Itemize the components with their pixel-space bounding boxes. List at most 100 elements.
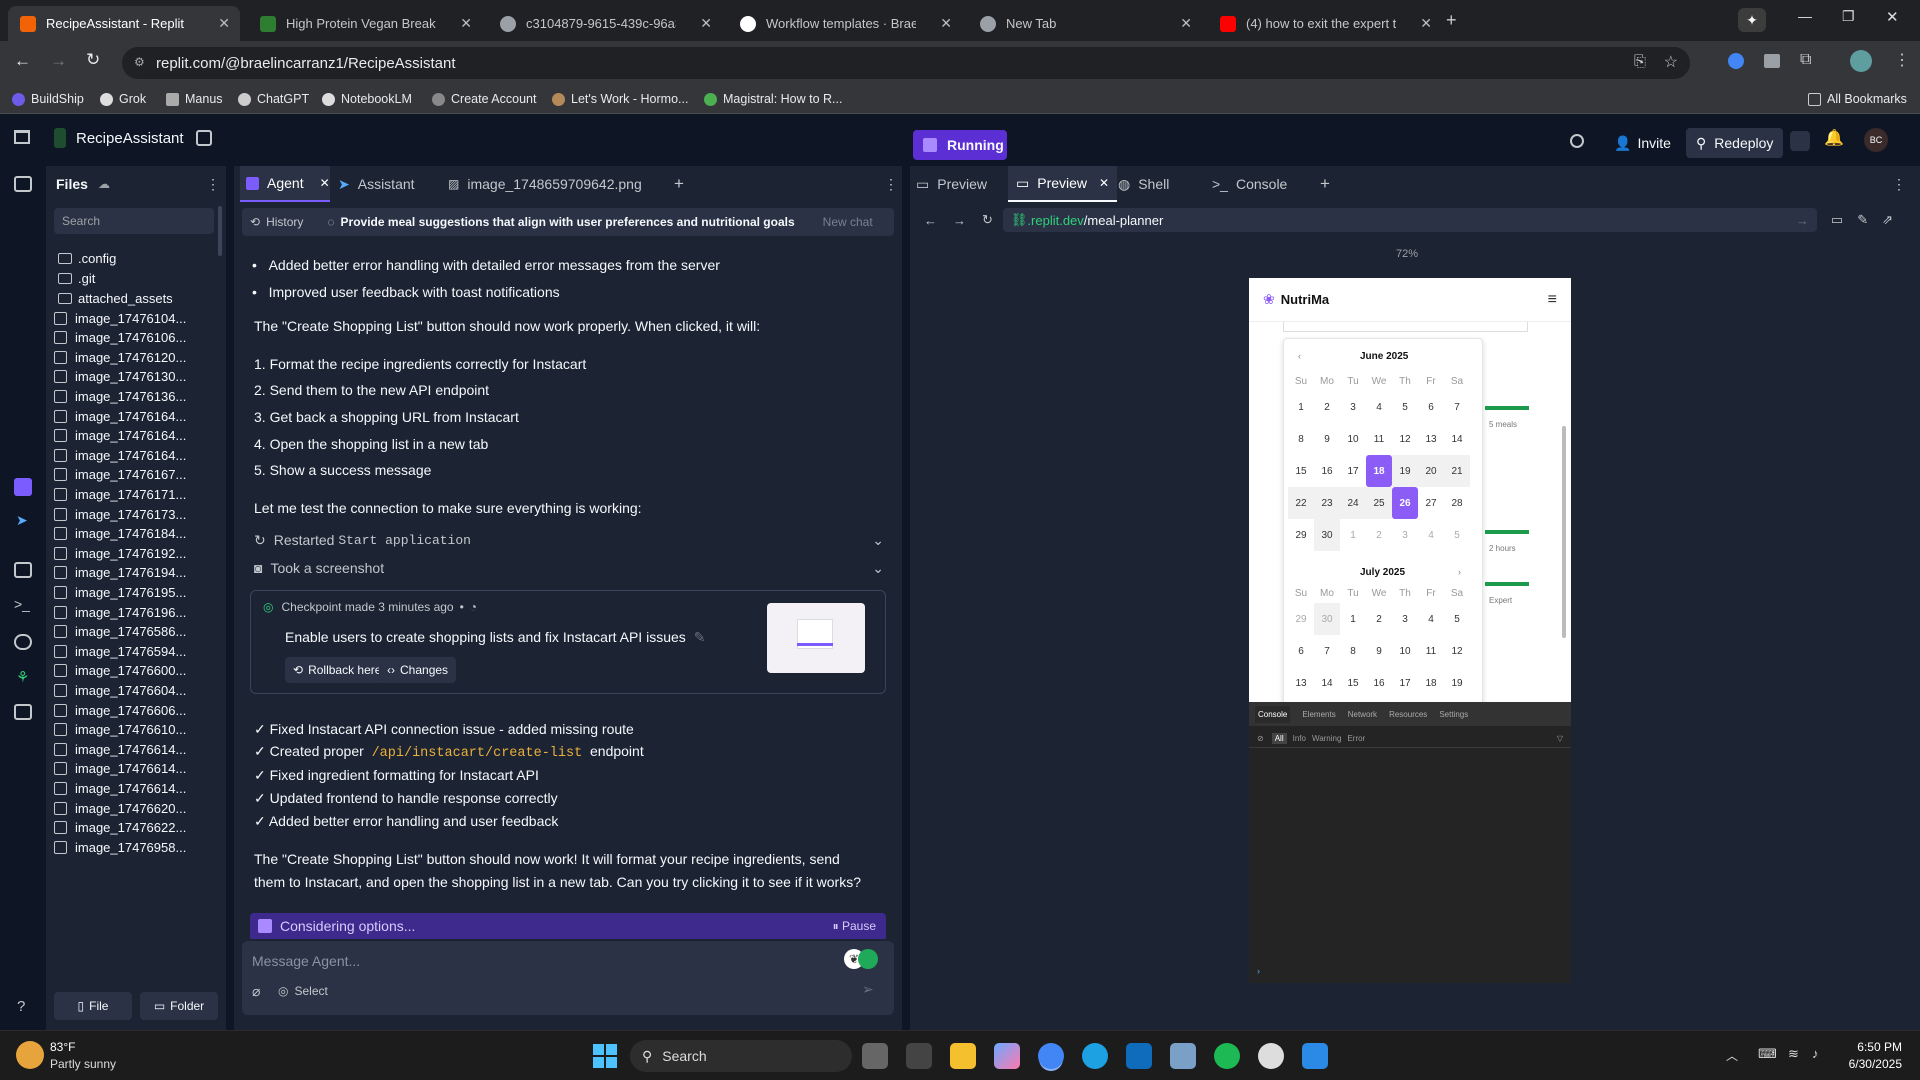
filter-warning[interactable]: Warning — [1312, 734, 1342, 743]
shell-icon[interactable]: >_ — [14, 596, 30, 612]
file-item[interactable]: image_17476586... — [54, 622, 186, 642]
file-item[interactable]: image_17476196... — [54, 602, 186, 622]
calendar-day[interactable]: 14 — [1314, 667, 1340, 699]
scrollbar[interactable] — [218, 206, 222, 256]
redeploy-button[interactable]: ⚲ Redeploy — [1686, 128, 1784, 158]
action-screenshot[interactable]: ◙ Took a screenshot ⌄ — [254, 558, 884, 578]
file-item[interactable]: image_17476104... — [54, 308, 186, 328]
tab-assistant[interactable]: ➤ Assistant — [338, 166, 415, 202]
avatar[interactable]: BC — [1864, 128, 1888, 152]
help-icon[interactable]: ? — [17, 998, 25, 1015]
gemini-button[interactable]: ✦ — [1738, 8, 1766, 32]
filter-info[interactable]: Info — [1293, 734, 1306, 743]
input-field[interactable] — [1283, 322, 1528, 332]
deployment-icon[interactable] — [1790, 131, 1810, 151]
running-button[interactable]: Running — [913, 130, 1007, 160]
message-input[interactable]: Message Agent... — [252, 953, 360, 969]
browser-tab[interactable]: Workflow templates · BraelinC/✕ — [728, 6, 962, 41]
calendar-day[interactable]: 9 — [1366, 635, 1392, 667]
file-item[interactable]: image_17476164... — [54, 426, 186, 446]
extensions-puzzle-icon[interactable]: ⧉ — [1800, 51, 1811, 69]
edge-icon[interactable] — [1082, 1043, 1108, 1069]
prev-month-icon[interactable]: ‹ — [1298, 351, 1301, 361]
calendar-day[interactable]: 16 — [1314, 455, 1340, 487]
calendar-day[interactable]: 2 — [1314, 391, 1340, 423]
calendar-day[interactable]: 6 — [1418, 391, 1444, 423]
calendar-day[interactable]: 14 — [1444, 423, 1470, 455]
calendar-day[interactable]: 26 — [1392, 487, 1418, 519]
database-icon[interactable] — [196, 130, 212, 146]
file-explorer-icon[interactable] — [950, 1043, 976, 1069]
install-icon[interactable]: ⎘ — [1634, 53, 1646, 70]
close-icon[interactable]: ✕ — [460, 15, 472, 32]
devtools-icon[interactable]: ✎ — [1857, 212, 1868, 228]
tab-preview[interactable]: ▭ Preview — [916, 166, 987, 202]
file-item[interactable]: image_17476606... — [54, 700, 186, 720]
console-prompt-icon[interactable]: › — [1257, 966, 1260, 976]
calendar-day[interactable]: 5 — [1392, 391, 1418, 423]
chevron-down-icon[interactable]: ⌄ — [872, 532, 884, 549]
edit-icon[interactable]: ✎ — [694, 629, 706, 645]
calendar-day[interactable]: 17 — [1392, 667, 1418, 699]
calendar-day[interactable]: 11 — [1418, 635, 1444, 667]
apps-grid-icon[interactable] — [14, 704, 32, 720]
reload-icon[interactable]: ↻ — [982, 212, 993, 228]
bookmark-item[interactable]: Let's Work - Hormo... — [552, 92, 688, 106]
tab-preview-active[interactable]: ▭ Preview ✕ — [1008, 166, 1118, 202]
extension-icon[interactable] — [858, 949, 878, 969]
calendar-day[interactable]: 7 — [1314, 635, 1340, 667]
calendar-day[interactable]: 21 — [1444, 455, 1470, 487]
new-tab-button[interactable]: + — [1446, 10, 1457, 31]
external-link-icon[interactable]: ⇗ — [1882, 212, 1893, 228]
tab-console[interactable]: >_ Console — [1212, 166, 1287, 202]
rollback-button[interactable]: ⟲ Rollback here — [285, 657, 390, 683]
open-arrow-icon[interactable]: → — [1796, 213, 1809, 228]
calendar-day[interactable]: 15 — [1340, 667, 1366, 699]
bookmark-item[interactable]: Manus — [166, 92, 223, 106]
task-view-icon[interactable] — [862, 1043, 888, 1069]
invite-button[interactable]: 👤 Invite — [1604, 128, 1681, 158]
windows-start-icon[interactable] — [593, 1044, 617, 1068]
calendar-day[interactable]: 1 — [1288, 391, 1314, 423]
search-icon[interactable] — [1570, 134, 1584, 148]
close-icon[interactable]: ✕ — [218, 15, 230, 32]
browser-tab[interactable]: c3104879-9615-439c-96a3-7f9✕ — [488, 6, 722, 41]
calendar-day[interactable]: 6 — [1288, 635, 1314, 667]
calendar-day[interactable]: 2 — [1366, 519, 1392, 551]
send-icon[interactable]: ➢ — [862, 981, 874, 998]
calendar-day[interactable]: 10 — [1392, 635, 1418, 667]
calendar-day[interactable]: 5 — [1444, 603, 1470, 635]
calendar-day[interactable]: 23 — [1314, 487, 1340, 519]
calendar-day[interactable]: 9 — [1314, 423, 1340, 455]
browser-tab[interactable]: (4) how to exit the expert tab in✕ — [1208, 6, 1442, 41]
file-item[interactable]: image_17476130... — [54, 367, 186, 387]
filter-icon[interactable]: ▽ — [1557, 734, 1563, 743]
devices-icon[interactable]: ▭ — [1831, 212, 1843, 228]
volume-icon[interactable]: ♪ — [1812, 1046, 1819, 1061]
chevron-down-icon[interactable]: ⌄ — [872, 560, 884, 577]
weather-icon[interactable] — [16, 1041, 44, 1069]
extension-icon[interactable] — [1728, 53, 1744, 69]
forward-icon[interactable]: → — [50, 51, 67, 71]
file-item[interactable]: image_17476614... — [54, 739, 186, 759]
agent-icon[interactable] — [14, 478, 32, 496]
close-icon[interactable]: ✕ — [1180, 15, 1192, 32]
calendar-day[interactable]: 13 — [1288, 667, 1314, 699]
calendar-day[interactable]: 18 — [1418, 667, 1444, 699]
new-chat-button[interactable]: New chat — [823, 215, 873, 229]
keyboard-icon[interactable]: ⌨ — [1758, 1046, 1777, 1062]
new-tab-button[interactable]: + — [674, 166, 684, 202]
extension-icon[interactable] — [1764, 54, 1780, 68]
file-item[interactable]: image_17476171... — [54, 484, 186, 504]
browser-tab[interactable]: RecipeAssistant - Replit ✕ — [8, 6, 240, 41]
file-item[interactable]: image_17476136... — [54, 386, 186, 406]
home-icon[interactable] — [14, 130, 30, 144]
assistant-icon[interactable]: ➤ — [16, 512, 28, 529]
url-field[interactable]: ⚙ replit.com/@braelincarranz1/RecipeAssi… — [122, 47, 1690, 79]
menu-dots-icon[interactable]: ⋮ — [884, 166, 898, 202]
vscode-icon[interactable] — [1302, 1043, 1328, 1069]
calendar-day[interactable]: 18 — [1366, 455, 1392, 487]
tab-shell[interactable]: ◍ Shell — [1118, 166, 1169, 202]
file-item[interactable]: image_17476614... — [54, 759, 186, 779]
calendar-day[interactable]: 1 — [1340, 603, 1366, 635]
